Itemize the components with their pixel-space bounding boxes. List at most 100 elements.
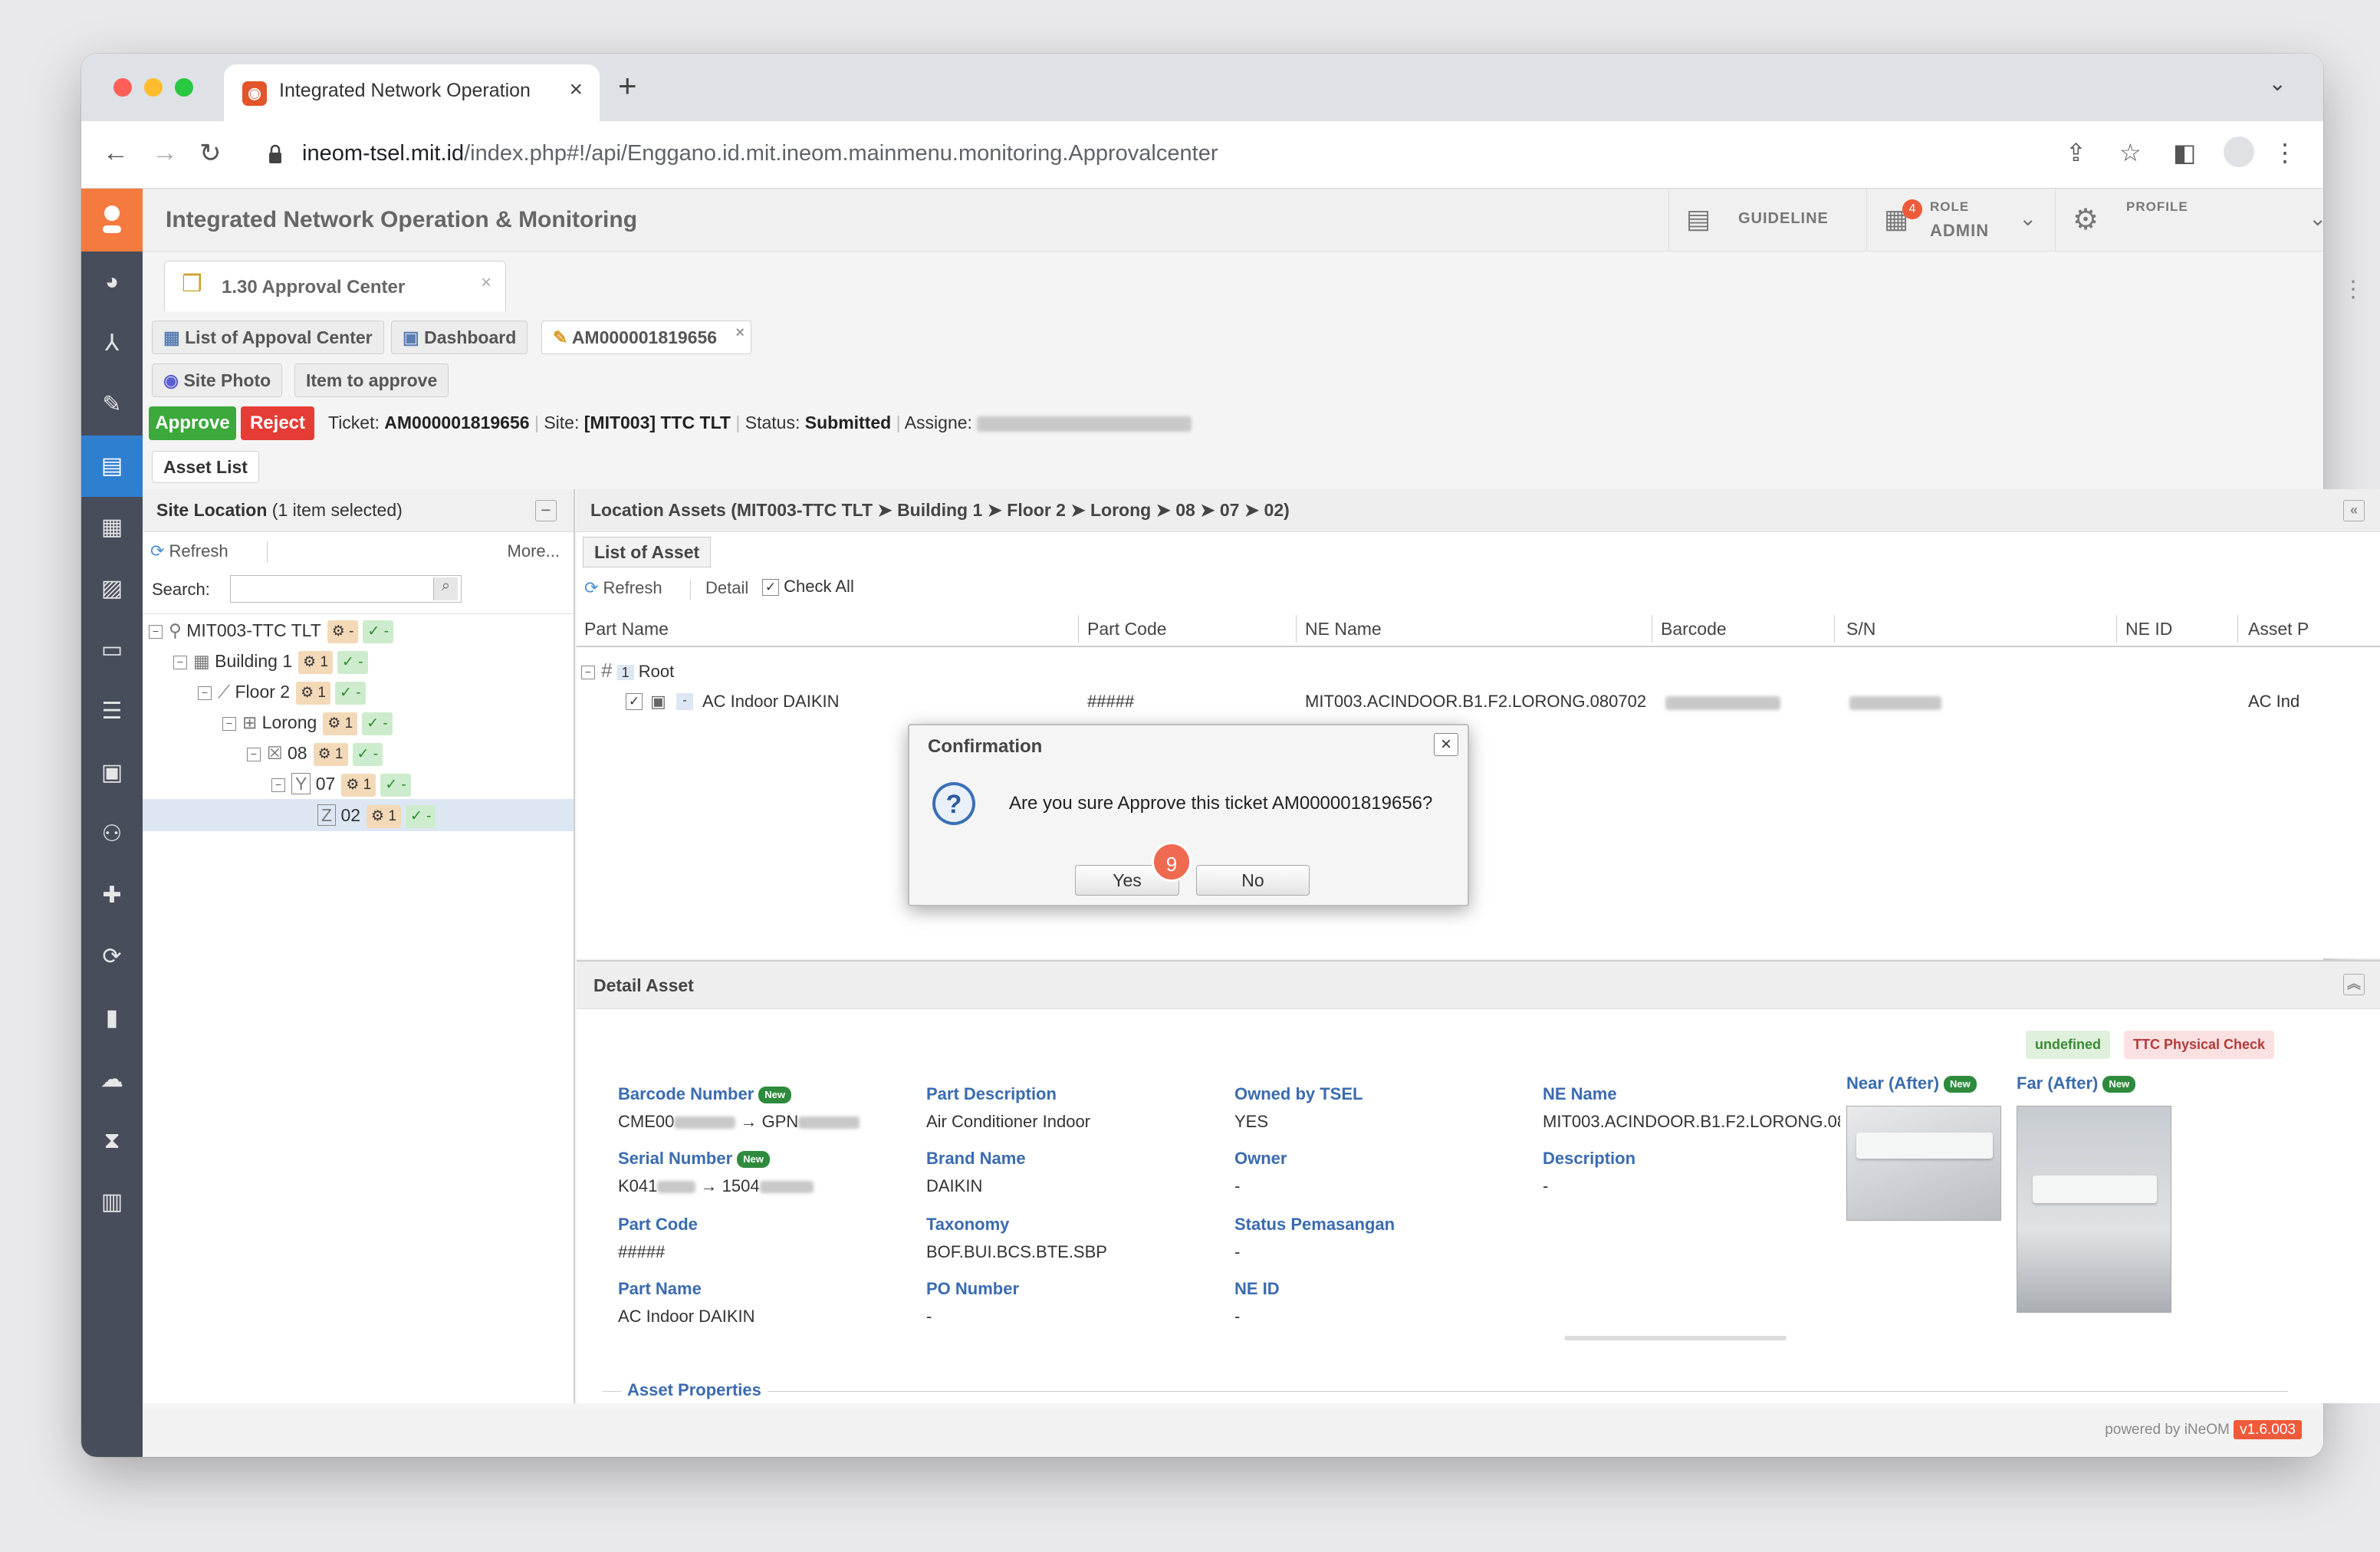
collapse-icon[interactable]: − [535, 500, 557, 521]
tab-search-icon[interactable]: ⌄ [2269, 71, 2286, 96]
close-icon[interactable]: × [735, 317, 745, 349]
tree-refresh-button[interactable]: ⟳ Refresh [150, 541, 228, 561]
close-tab-icon[interactable]: × [569, 77, 583, 103]
guideline-button[interactable]: ▤ GUIDELINE [1668, 189, 1866, 252]
sidebar-clipboard-icon[interactable]: ▦ [81, 497, 143, 558]
collapse-left-icon[interactable]: « [2343, 500, 2365, 521]
dialog-title: Confirmation [928, 736, 1043, 757]
horizontal-scrollbar[interactable] [1564, 1336, 1787, 1340]
browser-menu-icon[interactable]: ⋮ [2273, 138, 2297, 167]
tree-node-label: MIT003-TTC TLT [186, 620, 321, 640]
col-barcode[interactable]: Barcode [1661, 612, 1727, 646]
col-ne-id[interactable]: NE ID [2125, 612, 2172, 646]
new-tab-button[interactable]: + [618, 67, 637, 104]
sidebar-cloud-icon[interactable]: ☁ [81, 1049, 143, 1110]
col-asset-p[interactable]: Asset P [2248, 612, 2309, 646]
share-icon[interactable]: ⇪ [2066, 138, 2086, 167]
sidebar-book-icon[interactable]: ▮ [81, 988, 143, 1049]
role-selector[interactable]: ▦ 4 ROLE ADMIN ⌄ [1866, 189, 2055, 252]
far-photo[interactable] [2017, 1106, 2171, 1313]
collapse-up-icon[interactable]: ︽ [2343, 974, 2365, 995]
redacted [798, 1116, 860, 1129]
tab-ticket[interactable]: ✎ AM000001819656 × [541, 321, 752, 354]
minimize-window-button[interactable] [144, 78, 163, 97]
sidebar-report-icon[interactable]: ▥ [81, 1172, 143, 1233]
side-panel-icon[interactable]: ◧ [2173, 138, 2196, 167]
barcode-value: CME00 → GPN [618, 1112, 860, 1132]
close-window-button[interactable] [113, 78, 132, 97]
tree-node-building[interactable]: − ▦ Building 1 ⚙ 1 ✓ - [173, 646, 368, 676]
profile-avatar-icon[interactable] [2224, 136, 2254, 167]
tree-row-root[interactable]: − # 1 Root [581, 656, 674, 686]
location-pin-icon: ⚲ [169, 620, 187, 640]
checkbox-checked-icon[interactable]: ✓ [762, 579, 779, 597]
address-bar[interactable]: ineom-tsel.mit.id/index.php#!/api/Enggan… [253, 130, 2239, 179]
asset-count: 1 [363, 776, 372, 793]
tab-approval-center[interactable]: ❒ 1.30 Approval Center × [164, 261, 506, 311]
tab-item-to-approve[interactable]: Item to approve [294, 363, 449, 397]
detail-asset-header: Detail Asset ︽ [577, 962, 2380, 1009]
sidebar-image-icon[interactable]: ▨ [81, 558, 143, 620]
tab-list-of-asset[interactable]: List of Asset [583, 537, 712, 567]
search-icon[interactable]: ⌕ [433, 577, 458, 600]
tab-dashboard[interactable]: ▣ Dashboard [391, 321, 528, 354]
tree-node-08[interactable]: − ☒ 08 ⚙ 1 ✓ - [247, 738, 383, 768]
tree-node-lorong[interactable]: − ⊞ Lorong ⚙ 1 ✓ - [222, 707, 393, 738]
role-value: ADMIN [1930, 221, 1990, 240]
check-all-toggle[interactable]: ✓ Check All [762, 577, 854, 597]
sidebar-archive-icon[interactable]: ▣ [81, 742, 143, 804]
asset-properties-legend[interactable]: Asset Properties [621, 1380, 768, 1400]
no-button[interactable]: No [1196, 865, 1310, 896]
col-ne-name[interactable]: NE Name [1305, 612, 1382, 646]
sidebar-sync-icon[interactable]: ⟳ [81, 926, 143, 988]
detail-button[interactable]: Detail [705, 578, 748, 598]
sidebar-hourglass-icon[interactable]: ⧗ [81, 1110, 143, 1172]
role-badge: 4 [1902, 199, 1922, 219]
tree-node-02[interactable]: Z 02 ⚙ 1 ✓ - [317, 800, 436, 830]
col-part-code[interactable]: Part Code [1087, 612, 1167, 646]
sidebar-users-icon[interactable]: ⚇ [81, 804, 143, 865]
more-button[interactable]: More... [508, 541, 560, 561]
browser-tab[interactable]: ◉ Integrated Network Operation × [224, 64, 600, 121]
selected-count: (1 item selected) [271, 500, 403, 520]
reject-button[interactable]: Reject [241, 406, 314, 440]
more-options-icon[interactable]: ⋮ [2342, 276, 2365, 303]
reload-icon[interactable]: ↻ [199, 138, 222, 169]
near-photo[interactable] [1846, 1106, 2001, 1221]
tab-site-photo[interactable]: ◉ Site Photo [152, 363, 283, 397]
sidebar-store-icon[interactable]: ▭ [81, 620, 143, 681]
col-sn[interactable]: S/N [1846, 612, 1875, 646]
version-badge: v1.6.003 [2234, 1420, 2302, 1439]
sidebar-server-icon[interactable]: ☰ [81, 681, 143, 742]
tree-node-floor[interactable]: − ⟋ Floor 2 ⚙ 1 ✓ - [198, 676, 366, 707]
sidebar-dashboard-icon[interactable]: ◕ [81, 252, 143, 313]
refresh-label: Refresh [603, 578, 662, 597]
table-row[interactable]: ✓ ▣ - AC Indoor DAIKIN ##### MIT003.ACIN… [577, 687, 2380, 719]
tab-list-approval[interactable]: ▦ List of Appoval Center [152, 321, 384, 354]
new-badge: New [737, 1151, 770, 1169]
back-icon[interactable]: ← [103, 138, 129, 168]
close-icon[interactable]: × [1434, 733, 1458, 756]
tree-node-07[interactable]: − Y 07 ⚙ 1 ✓ - [271, 768, 411, 799]
camera-icon: ◉ [163, 370, 184, 390]
col-part-name[interactable]: Part Name [584, 612, 669, 646]
sidebar-network-icon[interactable]: ⅄ [81, 313, 143, 374]
tab-asset-list[interactable]: Asset List [152, 451, 259, 483]
redacted [657, 1181, 696, 1194]
search-input[interactable]: ⌕ [230, 575, 462, 603]
site-label: Site: [544, 413, 580, 432]
sidebar-approval-icon[interactable]: ▤ [81, 436, 143, 497]
tree-node-site[interactable]: − ⚲ MIT003-TTC TLT ⚙ - ✓ - [149, 615, 393, 646]
expand-icon[interactable]: - [676, 693, 693, 710]
close-icon[interactable]: × [481, 272, 491, 294]
asset-refresh-button[interactable]: ⟳ Refresh [584, 578, 662, 598]
sidebar-puzzle-icon[interactable]: ✚ [81, 865, 143, 926]
app-logo[interactable] [81, 189, 143, 252]
forward-icon[interactable]: → [152, 138, 178, 168]
row-checkbox[interactable]: ✓ [626, 693, 643, 710]
profile-menu[interactable]: ⚙ PROFILE ⌄ [2055, 189, 2323, 252]
sidebar-wrench-icon[interactable]: ✎ [81, 374, 143, 436]
approve-button[interactable]: Approve [149, 406, 236, 440]
bookmark-star-icon[interactable]: ☆ [2119, 138, 2142, 167]
maximize-window-button[interactable] [175, 78, 193, 97]
